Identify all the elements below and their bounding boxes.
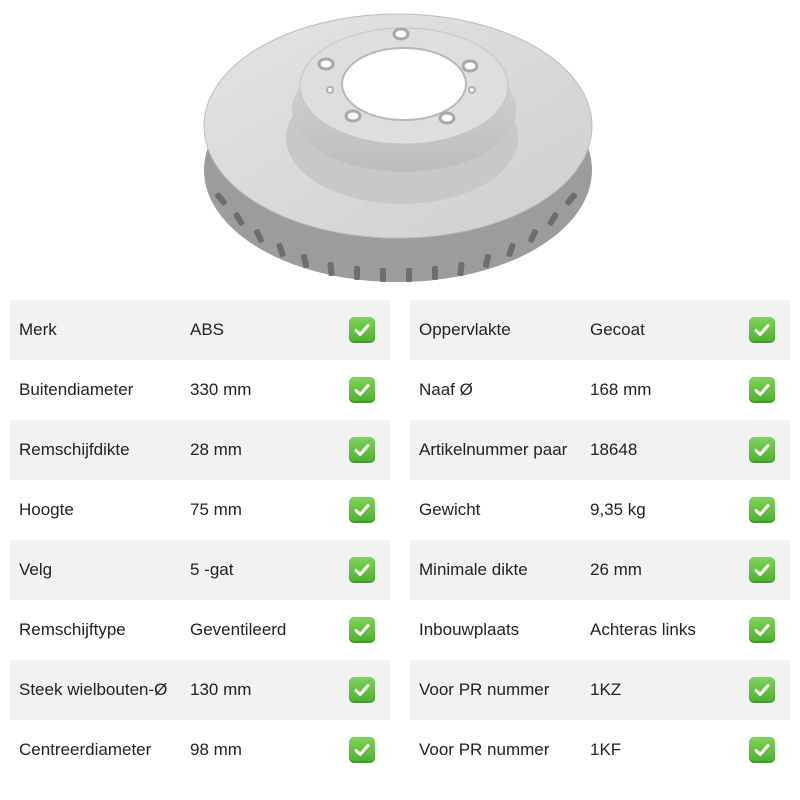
spec-label: Hoogte <box>19 500 74 519</box>
spec-row: Voor PR nummer 1KZ <box>410 660 790 720</box>
check-mark-icon <box>749 677 775 703</box>
spec-value: Geventileerd <box>190 620 287 639</box>
check-mark-icon <box>349 557 375 583</box>
check-mark-icon <box>349 677 375 703</box>
spec-label: Centreerdiameter <box>19 740 152 759</box>
spec-table-left: Merk ABS Buitendiameter 330 mm Remschijfdikt… <box>10 300 390 780</box>
spec-label: Merk <box>19 320 57 339</box>
check-mark-icon <box>349 317 375 343</box>
spec-row: Artikelnummer paar 18648 <box>410 420 790 480</box>
check-mark-icon <box>749 557 775 583</box>
spec-value: ABS <box>190 320 225 339</box>
check-mark-icon <box>349 617 375 643</box>
spec-value: 98 mm <box>190 740 242 759</box>
brake-disc-image <box>203 13 593 282</box>
spec-value: 26 mm <box>590 560 642 579</box>
spec-label: Steek wielbouten-Ø <box>19 680 168 699</box>
check-mark-icon <box>749 317 775 343</box>
spec-label: Buitendiameter <box>19 380 134 399</box>
spec-value: 9,35 kg <box>590 500 646 519</box>
spec-row: Buitendiameter 330 mm <box>10 360 390 420</box>
spec-row: Minimale dikte 26 mm <box>410 540 790 600</box>
spec-value: Gecoat <box>590 320 645 339</box>
check-mark-icon <box>349 377 375 403</box>
spec-row: Oppervlakte Gecoat <box>410 300 790 360</box>
check-mark-icon <box>349 737 375 763</box>
spec-row: Centreerdiameter 98 mm <box>10 720 390 780</box>
check-mark-icon <box>349 497 375 523</box>
spec-label: Remschijfdikte <box>19 440 130 459</box>
spec-value: Achteras links <box>590 620 696 639</box>
spec-label: Naaf Ø <box>419 380 473 399</box>
spec-row: Remschijfdikte 28 mm <box>10 420 390 480</box>
spec-label: Artikelnummer paar <box>419 440 568 459</box>
check-mark-icon <box>349 437 375 463</box>
spec-row: Voor PR nummer 1KF <box>410 720 790 780</box>
spec-row: Velg 5 -gat <box>10 540 390 600</box>
spec-row: Gewicht 9,35 kg <box>410 480 790 540</box>
spec-value: 330 mm <box>190 380 252 399</box>
spec-label: Oppervlakte <box>419 320 511 339</box>
spec-row: Inbouwplaats Achteras links <box>410 600 790 660</box>
spec-value: 5 -gat <box>190 560 234 579</box>
check-mark-icon <box>749 377 775 403</box>
spec-label: Remschijftype <box>19 620 126 639</box>
spec-label: Gewicht <box>419 500 481 519</box>
spec-value: 28 mm <box>190 440 242 459</box>
spec-value: 1KF <box>590 740 622 759</box>
spec-value: 18648 <box>590 440 638 459</box>
spec-label: Voor PR nummer <box>419 680 550 699</box>
spec-row: Remschijftype Geventileerd <box>10 600 390 660</box>
spec-label: Velg <box>19 560 53 579</box>
check-mark-icon <box>749 437 775 463</box>
spec-value: 1KZ <box>590 680 622 699</box>
spec-label: Inbouwplaats <box>419 620 520 639</box>
spec-value: 75 mm <box>190 500 242 519</box>
spec-label: Minimale dikte <box>419 560 528 579</box>
spec-label: Voor PR nummer <box>419 740 550 759</box>
spec-row: Hoogte 75 mm <box>10 480 390 540</box>
spec-row: Steek wielbouten-Ø 130 mm <box>10 660 390 720</box>
check-mark-icon <box>749 617 775 643</box>
check-mark-icon <box>749 737 775 763</box>
spec-row: Naaf Ø 168 mm <box>410 360 790 420</box>
spec-value: 130 mm <box>190 680 252 699</box>
spec-row: Merk ABS <box>10 300 390 360</box>
check-mark-icon <box>749 497 775 523</box>
spec-value: 168 mm <box>590 380 652 399</box>
spec-table-right: Oppervlakte Gecoat Naaf Ø 168 mm Artikelnumm… <box>410 300 790 780</box>
